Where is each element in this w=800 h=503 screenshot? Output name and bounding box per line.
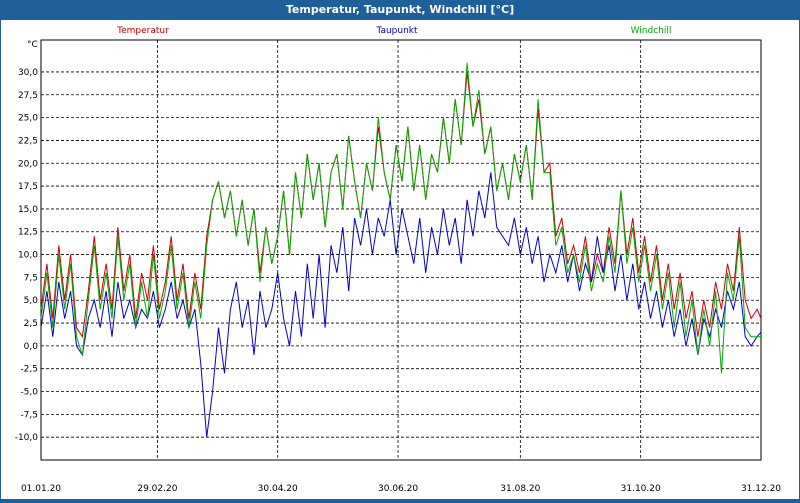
y-tick-label: 0,0 [24, 342, 39, 352]
x-tick-label: 01.01.20 [21, 484, 61, 494]
x-tick-label: 31.12.20 [741, 484, 781, 494]
y-tick-label: 30,0 [18, 68, 38, 78]
legend-label-temperatur: Temperatur [116, 26, 169, 36]
y-tick-label: 25,0 [18, 114, 38, 124]
y-tick-label: 12,5 [18, 228, 38, 238]
y-tick-label: -5,0 [20, 388, 38, 398]
x-tick-label: 31.08.20 [500, 484, 540, 494]
y-tick-label: 17,5 [18, 182, 38, 192]
x-tick-label: 30.04.20 [258, 484, 298, 494]
chart-window: Temperatur, Taupunkt, Windchill [°C] -10… [0, 0, 800, 500]
y-tick-label: 10,0 [18, 251, 38, 261]
window-title: Temperatur, Taupunkt, Windchill [°C] [0, 0, 800, 20]
x-tick-label: 29.02.20 [137, 484, 177, 494]
y-tick-label: 20,0 [18, 159, 38, 169]
line-chart: -10,0 -7,5 -5,0 -2,5 0,0 2,5 5,0 7,5 10,0 12,5 15,… [15, 26, 782, 494]
legend-label-taupunkt: Taupunkt [375, 26, 418, 36]
y-tick-label: 22,5 [18, 136, 38, 146]
x-tick-label: 31.10.20 [621, 484, 661, 494]
plot-frame [40, 39, 762, 461]
y-tick-label: -2,5 [20, 365, 38, 375]
y-tick-label: -10,0 [15, 433, 39, 443]
y-tick-label: 5,0 [24, 296, 39, 306]
y-tick-label: 27,5 [18, 91, 38, 101]
x-tick-label: 30.06.20 [378, 484, 418, 494]
y-tick-label: 15,0 [18, 205, 38, 215]
y-tick-label: 7,5 [24, 273, 38, 283]
y-tick-label: -7,5 [20, 410, 38, 420]
legend-label-windchill: Windchill [631, 26, 672, 36]
y-tick-label: 2,5 [24, 319, 38, 329]
plot-area: -10,0 -7,5 -5,0 -2,5 0,0 2,5 5,0 7,5 10,0 12,5 15,… [1, 20, 799, 499]
y-axis-label: °C [27, 40, 38, 50]
